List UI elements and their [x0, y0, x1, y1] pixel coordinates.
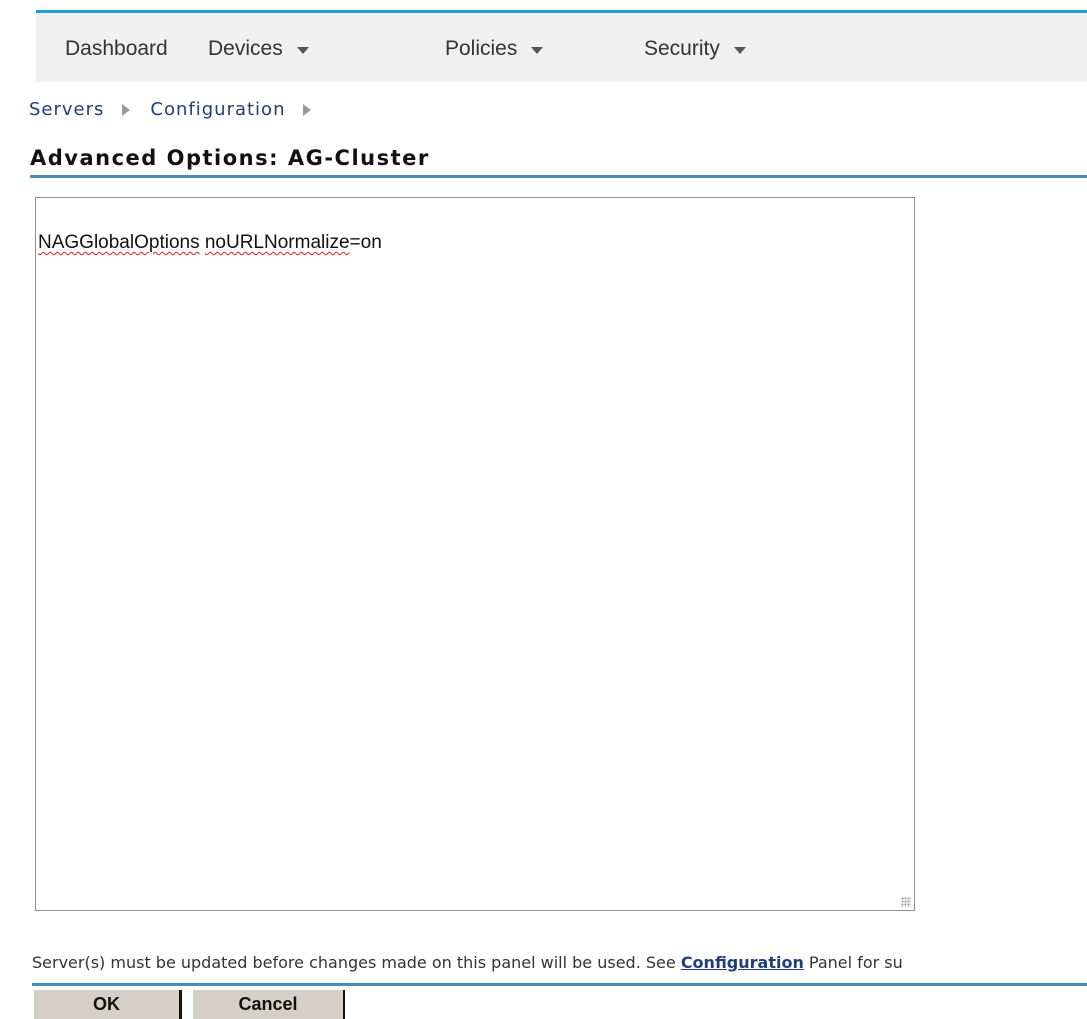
ok-button[interactable]: OK [34, 990, 182, 1019]
textarea-text: =on [349, 232, 382, 253]
textarea-content: NAGGlobalOptions noURLNormalize=on [38, 232, 382, 254]
resize-grip-icon[interactable] [901, 897, 911, 907]
nav-item-label: Devices [208, 37, 283, 60]
top-nav-bar: Dashboard Devices Policies Security [36, 10, 1087, 82]
bottom-divider [32, 983, 1087, 986]
advanced-options-textarea[interactable]: NAGGlobalOptions noURLNormalize=on [35, 197, 915, 911]
page-title: Advanced Options: AG-Cluster [30, 146, 430, 170]
page: Dashboard Devices Policies Security Serv… [0, 0, 1087, 1019]
title-divider [30, 175, 1087, 178]
chevron-right-icon [303, 103, 312, 116]
misspelled-word: NAGGlobalOptions [38, 232, 200, 253]
nav-item-dashboard[interactable]: Dashboard [65, 37, 168, 61]
chevron-down-icon [531, 46, 544, 54]
configuration-link[interactable]: Configuration [681, 953, 804, 972]
notice-text: Server(s) must be updated before changes… [32, 953, 681, 972]
update-notice: Server(s) must be updated before changes… [32, 953, 903, 972]
notice-text-tail: Panel for su [803, 953, 903, 972]
cancel-button[interactable]: Cancel [193, 990, 345, 1019]
misspelled-word: noURLNormalize [204, 232, 350, 253]
nav-item-label: Policies [445, 37, 518, 60]
chevron-down-icon [733, 46, 746, 54]
breadcrumb-configuration[interactable]: Configuration [150, 99, 285, 120]
breadcrumb-servers[interactable]: Servers [29, 99, 104, 120]
nav-item-label: Security [644, 37, 720, 60]
nav-item-label: Dashboard [65, 37, 168, 60]
nav-item-devices[interactable]: Devices [208, 37, 309, 61]
nav-item-security[interactable]: Security [644, 37, 746, 61]
nav-item-policies[interactable]: Policies [445, 37, 544, 61]
chevron-down-icon [296, 46, 309, 54]
chevron-right-icon [122, 103, 131, 116]
breadcrumb: Servers Configuration [29, 99, 331, 120]
